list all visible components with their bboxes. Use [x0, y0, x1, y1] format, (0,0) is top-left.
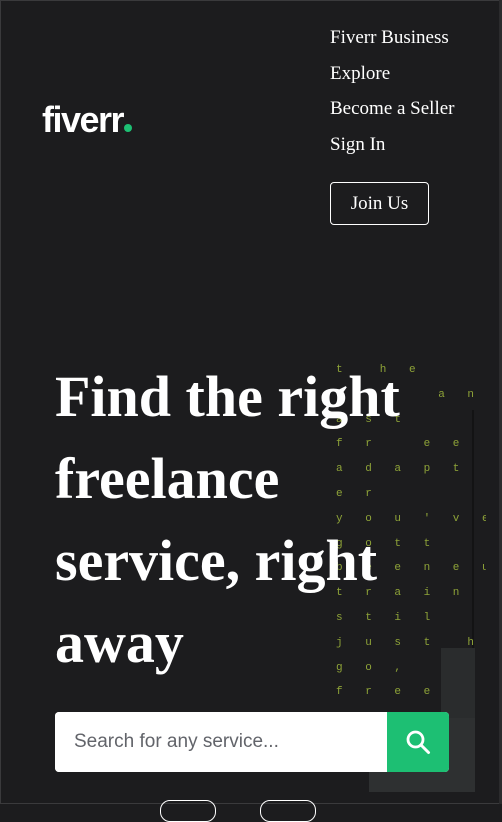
- join-button[interactable]: Join Us: [330, 182, 429, 225]
- headline-line: away: [55, 610, 184, 675]
- top-nav: Fiverr Business Explore Become a Seller …: [330, 26, 455, 168]
- nav-fiverr-business[interactable]: Fiverr Business: [330, 26, 455, 50]
- search-input[interactable]: [55, 712, 387, 772]
- headline-line: freelance: [55, 446, 280, 511]
- headline-line: Find the right: [55, 364, 400, 429]
- nav-explore[interactable]: Explore: [330, 62, 455, 86]
- search-bar: [55, 712, 449, 772]
- nav-become-seller[interactable]: Become a Seller: [330, 97, 455, 121]
- headline-line: service, right: [55, 528, 378, 593]
- search-icon: [406, 730, 430, 754]
- hero-headline: Find the right freelance service, right …: [55, 356, 445, 684]
- popular-tag[interactable]: [160, 800, 216, 822]
- search-button[interactable]: [387, 712, 449, 772]
- matrix-row: f r e e: [336, 686, 439, 699]
- logo-dot: [124, 124, 133, 132]
- popular-tag[interactable]: [260, 800, 316, 822]
- nav-sign-in[interactable]: Sign In: [330, 133, 455, 157]
- fiverr-logo[interactable]: fiverr: [42, 102, 133, 138]
